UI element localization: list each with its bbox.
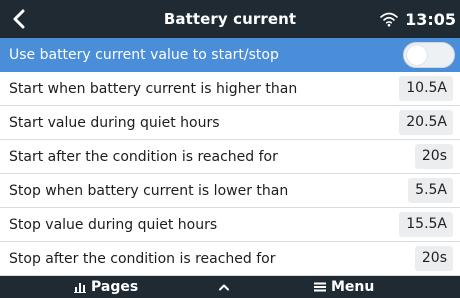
value-field[interactable]: 20s xyxy=(414,246,453,271)
row-label: Stop when battery current is lower than xyxy=(9,182,289,199)
list-item-stop-lower-than[interactable]: Stop when battery current is lower than … xyxy=(0,174,460,208)
value-field[interactable]: 10.5A xyxy=(399,76,453,101)
settings-list: Use battery current value to start/stop … xyxy=(0,38,460,276)
chevron-up-icon xyxy=(219,284,229,291)
back-button[interactable] xyxy=(8,5,30,33)
menu-button[interactable]: Menu xyxy=(314,276,374,298)
list-item-start-higher-than[interactable]: Start when battery current is higher tha… xyxy=(0,72,460,106)
hamburger-icon xyxy=(314,282,326,292)
top-bar: Battery current 13:05 xyxy=(0,0,460,38)
chevron-left-icon xyxy=(13,9,25,29)
menu-label: Menu xyxy=(331,279,375,295)
pages-button[interactable]: Pages xyxy=(74,276,138,298)
status-area: 13:05 xyxy=(379,0,456,38)
toggle-switch[interactable] xyxy=(403,41,455,68)
list-item-start-after[interactable]: Start after the condition is reached for… xyxy=(0,140,460,174)
value-field[interactable]: 15.5A xyxy=(399,212,453,237)
wifi-icon xyxy=(380,12,398,27)
value-field[interactable]: 5.5A xyxy=(408,178,453,203)
list-item-use-battery-current[interactable]: Use battery current value to start/stop xyxy=(0,38,460,72)
toggle-knob xyxy=(407,44,427,65)
list-item-stop-quiet-hours[interactable]: Stop value during quiet hours 15.5A xyxy=(0,208,460,242)
bottom-bar: Pages Menu xyxy=(0,276,460,298)
row-label: Stop value during quiet hours xyxy=(9,216,218,233)
value-field[interactable]: 20.5A xyxy=(399,110,453,135)
value-field[interactable]: 20s xyxy=(414,144,453,169)
page-title: Battery current xyxy=(163,10,297,28)
row-label: Use battery current value to start/stop xyxy=(9,46,279,63)
row-label: Start after the condition is reached for xyxy=(9,148,278,165)
list-item-stop-after[interactable]: Stop after the condition is reached for … xyxy=(0,242,460,276)
row-label: Start when battery current is higher tha… xyxy=(9,80,298,97)
list-item-start-quiet-hours[interactable]: Start value during quiet hours 20.5A xyxy=(0,106,460,140)
scroll-up-button[interactable] xyxy=(218,276,230,298)
row-label: Stop after the condition is reached for xyxy=(9,250,276,267)
clock: 13:05 xyxy=(405,9,456,29)
bar-chart-icon xyxy=(74,282,86,293)
row-label: Start value during quiet hours xyxy=(9,114,220,131)
pages-label: Pages xyxy=(91,279,139,295)
